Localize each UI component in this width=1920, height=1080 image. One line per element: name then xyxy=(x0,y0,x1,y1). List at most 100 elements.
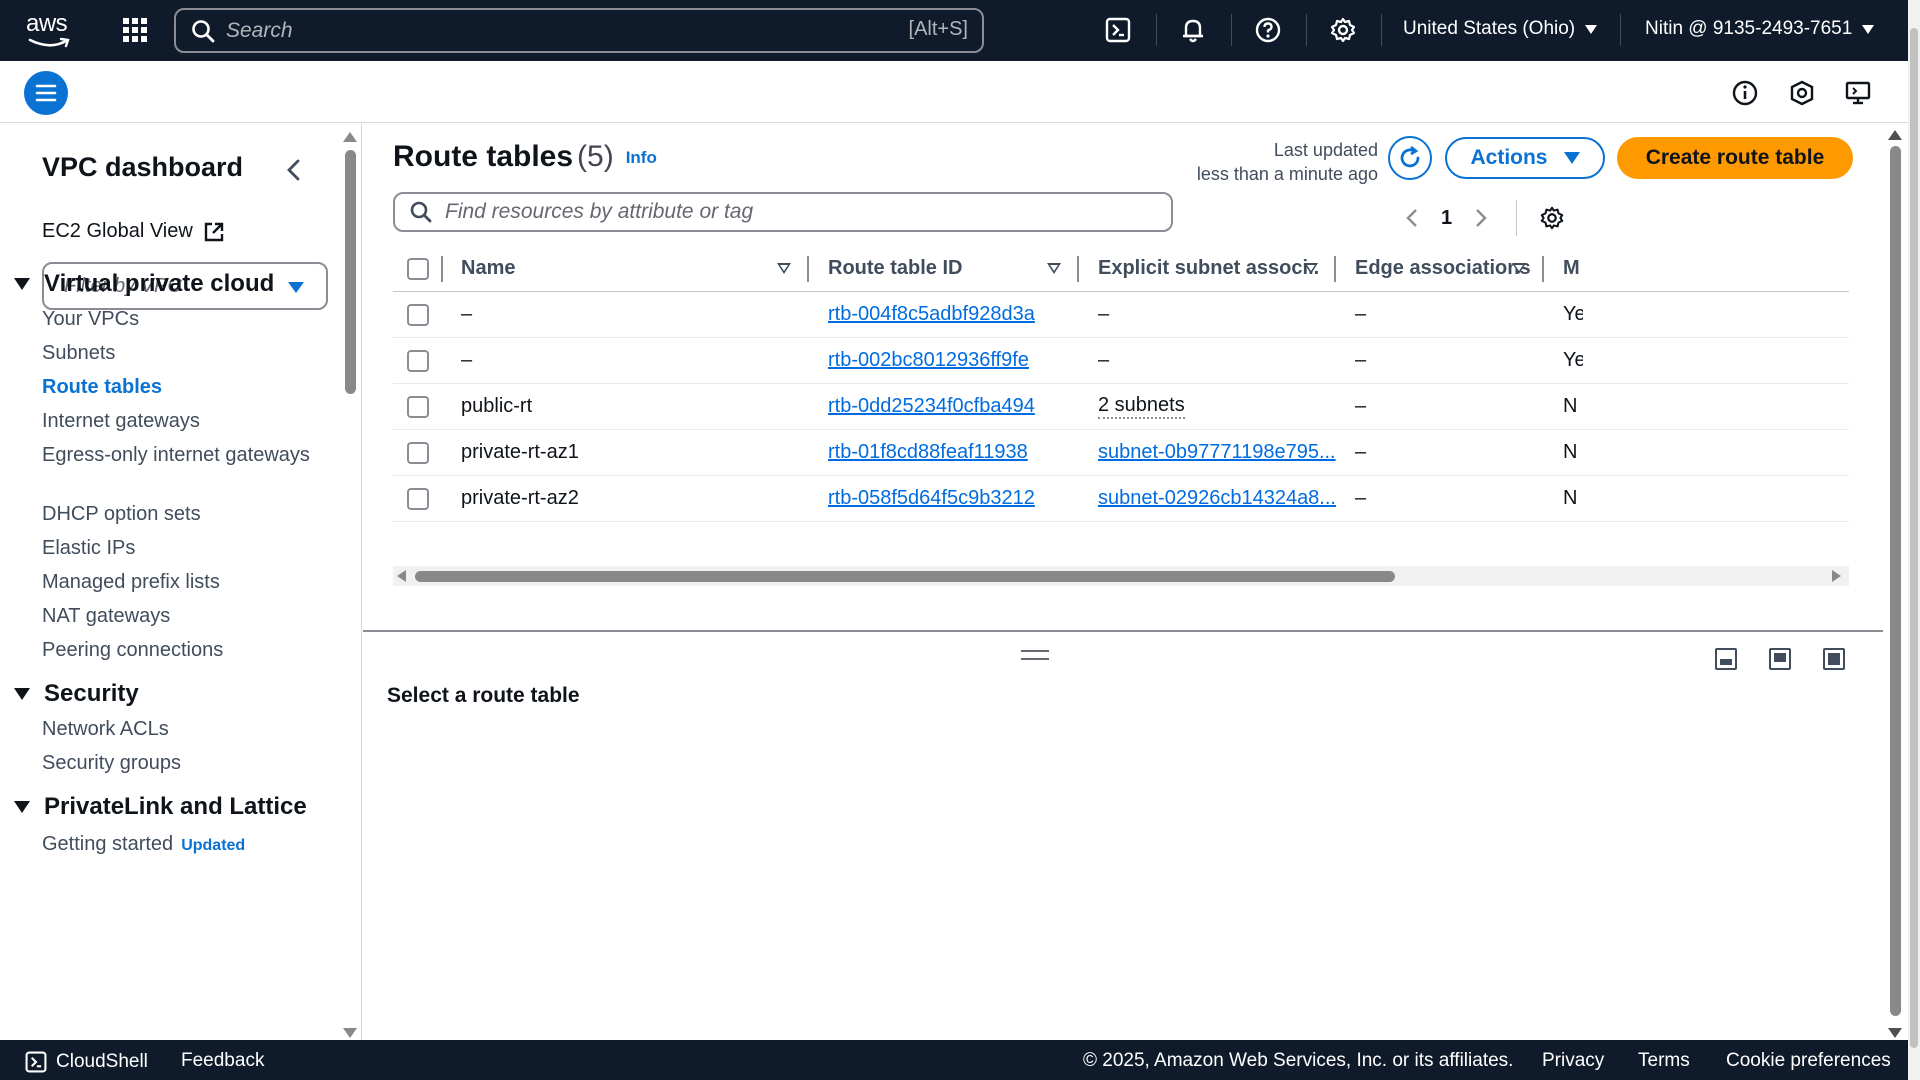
scroll-down-icon[interactable] xyxy=(343,1028,357,1038)
display-preferences-icon[interactable] xyxy=(1844,79,1872,107)
cell-name: private-rt-az2 xyxy=(461,487,579,509)
split-panel-side-icon[interactable] xyxy=(1769,648,1791,670)
sort-icon[interactable] xyxy=(1047,263,1061,274)
scrollbar-thumb[interactable] xyxy=(1890,146,1901,1016)
select-all-checkbox[interactable] xyxy=(407,258,429,280)
cloudshell-icon[interactable] xyxy=(1103,15,1133,45)
global-search-input[interactable] xyxy=(226,18,866,43)
cloudshell-button[interactable]: CloudShell xyxy=(24,1050,148,1074)
section-virtual-private-cloud[interactable]: Virtual private cloud xyxy=(14,270,274,298)
row-checkbox[interactable] xyxy=(407,396,429,418)
create-route-table-button[interactable]: Create route table xyxy=(1617,137,1853,179)
route-table-id-link[interactable]: rtb-058f5d64f5c9b3212 xyxy=(828,487,1035,510)
column-header-main[interactable]: M xyxy=(1563,246,1583,291)
sidebar-item-route-tables[interactable]: Route tables xyxy=(42,372,322,402)
scrollbar-thumb[interactable] xyxy=(345,150,356,394)
scroll-up-icon[interactable] xyxy=(1888,130,1902,140)
cookie-preferences-link[interactable]: Cookie preferences xyxy=(1726,1050,1891,1072)
services-grid-icon[interactable] xyxy=(120,15,150,45)
table-row[interactable]: private-rt-az1 rtb-01f8cd88feaf11938 sub… xyxy=(393,430,1849,476)
scrollbar-thumb[interactable] xyxy=(415,571,1395,582)
aws-logo[interactable]: aws xyxy=(26,12,74,48)
sidebar-item-network-acls[interactable]: Network ACLs xyxy=(42,714,322,744)
row-checkbox[interactable] xyxy=(407,304,429,326)
current-page[interactable]: 1 xyxy=(1441,207,1452,230)
info-icon[interactable] xyxy=(1731,79,1759,107)
scrollbar-thumb[interactable] xyxy=(1910,28,1918,1048)
sidebar-item-managed-prefix-lists[interactable]: Managed prefix lists xyxy=(42,567,322,597)
sidebar-item-elastic-ips[interactable]: Elastic IPs xyxy=(42,533,322,563)
scroll-down-icon[interactable] xyxy=(1888,1028,1902,1038)
sidebar-scrollbar[interactable] xyxy=(342,124,358,1040)
column-header-edge-associations[interactable]: Edge associations xyxy=(1355,246,1535,291)
gear-icon[interactable] xyxy=(1328,15,1358,45)
section-privatelink-and-lattice[interactable]: PrivateLink and Lattice xyxy=(14,793,307,821)
section-security[interactable]: Security xyxy=(14,680,139,708)
sidebar-item-nat-gateways[interactable]: NAT gateways xyxy=(42,601,322,631)
sidebar-item-security-groups[interactable]: Security groups xyxy=(42,748,322,778)
terms-link[interactable]: Terms xyxy=(1638,1050,1690,1072)
subnet-id-link[interactable]: subnet-0b97771198e795... xyxy=(1098,441,1336,464)
subnet-id-link[interactable]: subnet-02926cb14324a8... xyxy=(1098,487,1336,510)
resource-filter[interactable] xyxy=(393,192,1173,232)
table-preferences-gear-icon[interactable] xyxy=(1539,205,1565,231)
actions-dropdown-button[interactable]: Actions xyxy=(1445,137,1605,179)
row-checkbox[interactable] xyxy=(407,350,429,372)
refresh-button[interactable] xyxy=(1388,136,1432,180)
sort-icon[interactable] xyxy=(777,263,791,274)
account-menu[interactable]: Nitin @ 9135-2493-7651 xyxy=(1645,18,1875,40)
ec2-global-view-link[interactable]: EC2 Global View xyxy=(42,220,225,243)
column-header-explicit-subnet-associations[interactable]: Explicit subnet associ... xyxy=(1098,246,1318,291)
sidebar-item-dhcp-option-sets[interactable]: DHCP option sets xyxy=(42,499,322,529)
sidebar-item-getting-started[interactable]: Getting started Updated xyxy=(42,829,322,861)
chevron-left-icon[interactable] xyxy=(284,158,304,182)
subnet-count-popover[interactable]: 2 subnets xyxy=(1098,394,1185,419)
feedback-link[interactable]: Feedback xyxy=(181,1050,264,1072)
scroll-right-icon[interactable] xyxy=(1832,570,1841,582)
chevron-left-icon[interactable] xyxy=(1405,207,1419,229)
info-link[interactable]: Info xyxy=(626,148,657,167)
column-header-name[interactable]: Name xyxy=(461,246,761,291)
resource-filter-input[interactable] xyxy=(445,200,1145,224)
sidebar-item-internet-gateways[interactable]: Internet gateways xyxy=(42,406,322,436)
side-nav-toggle-button[interactable] xyxy=(24,71,68,115)
sidebar-item-your-vpcs[interactable]: Your VPCs xyxy=(42,304,322,334)
bell-icon[interactable] xyxy=(1178,15,1208,45)
privacy-link[interactable]: Privacy xyxy=(1542,1050,1604,1072)
sidebar-item-peering-connections[interactable]: Peering connections xyxy=(42,635,322,665)
table-row[interactable]: public-rt rtb-0dd25234f0cfba494 2 subnet… xyxy=(393,384,1849,430)
column-divider[interactable] xyxy=(1077,256,1079,282)
help-icon[interactable] xyxy=(1253,15,1283,45)
chevron-right-icon[interactable] xyxy=(1474,207,1488,229)
column-divider[interactable] xyxy=(807,256,809,282)
region-selector[interactable]: United States (Ohio) xyxy=(1403,18,1598,40)
row-checkbox[interactable] xyxy=(407,488,429,510)
scroll-left-icon[interactable] xyxy=(397,570,406,582)
sort-icon[interactable] xyxy=(1512,263,1526,274)
route-table-id-link[interactable]: rtb-0dd25234f0cfba494 xyxy=(828,395,1035,418)
split-panel-bottom-icon[interactable] xyxy=(1715,648,1737,670)
table-row[interactable]: – rtb-002bc8012936ff9fe – – Ye xyxy=(393,338,1849,384)
table-row[interactable]: – rtb-004f8c5adbf928d3a – – Ye xyxy=(393,292,1849,338)
sidebar-title[interactable]: VPC dashboard xyxy=(42,152,243,183)
column-divider[interactable] xyxy=(1334,256,1336,282)
main-vertical-scrollbar[interactable] xyxy=(1884,124,1908,1040)
split-panel-resize-handle[interactable] xyxy=(1021,650,1049,660)
route-table-id-link[interactable]: rtb-004f8c5adbf928d3a xyxy=(828,303,1035,326)
scroll-up-icon[interactable] xyxy=(343,132,357,142)
caret-down-icon xyxy=(14,801,30,813)
column-divider[interactable] xyxy=(1542,256,1544,282)
global-search[interactable]: [Alt+S] xyxy=(174,8,984,53)
column-header-route-table-id[interactable]: Route table ID xyxy=(828,246,1028,291)
row-checkbox[interactable] xyxy=(407,442,429,464)
sort-icon[interactable] xyxy=(1304,263,1318,274)
table-horizontal-scrollbar[interactable] xyxy=(393,566,1849,586)
split-panel-maximize-icon[interactable] xyxy=(1823,648,1845,670)
browser-scrollbar[interactable] xyxy=(1908,0,1920,1080)
sidebar-item-subnets[interactable]: Subnets xyxy=(42,338,322,368)
table-row[interactable]: private-rt-az2 rtb-058f5d64f5c9b3212 sub… xyxy=(393,476,1849,522)
route-table-id-link[interactable]: rtb-01f8cd88feaf11938 xyxy=(828,441,1028,464)
notifications-shield-icon[interactable] xyxy=(1788,79,1816,107)
sidebar-item-egress-only-internet-gateways[interactable]: Egress-only internet gateways xyxy=(42,440,322,470)
route-table-id-link[interactable]: rtb-002bc8012936ff9fe xyxy=(828,349,1029,372)
